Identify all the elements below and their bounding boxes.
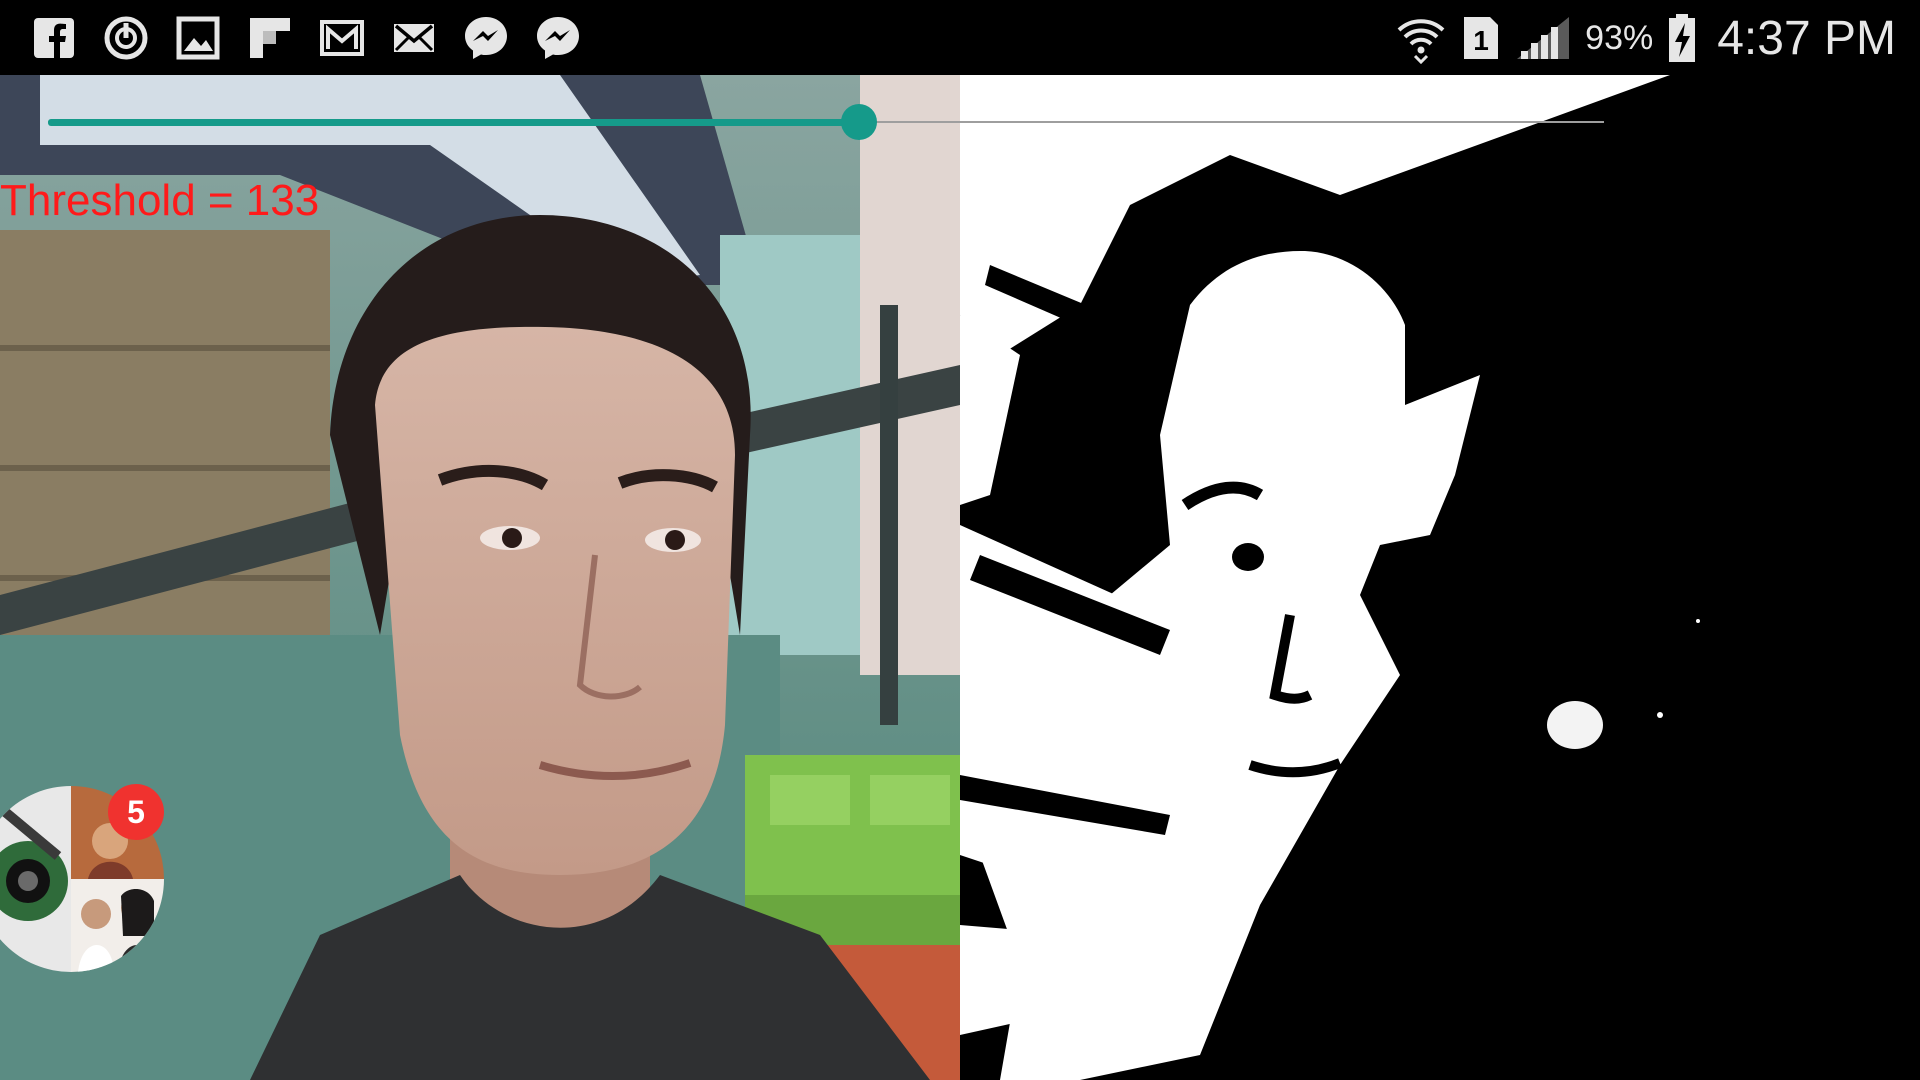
sim-slot-number: 1 [1473,25,1489,56]
facebook-icon [30,14,78,62]
signal-strength-icon [1515,15,1571,61]
status-bar: 1 93% 4:37 PM [0,0,1920,75]
threshold-seekbar[interactable] [48,102,1604,142]
system-status: 1 93% 4:37 PM [1395,10,1896,66]
power-icon [102,14,150,62]
battery-charging-icon [1667,13,1697,63]
messenger-icon [462,14,510,62]
gmail-icon [318,14,366,62]
messenger-icon [534,14,582,62]
seekbar-progress [48,119,859,126]
clock: 4:37 PM [1717,11,1896,65]
wifi-icon [1395,12,1447,64]
threshold-preview-image [960,75,1920,1080]
sim-card-icon: 1 [1461,14,1501,62]
threshold-preview [960,75,1920,1080]
seekbar-thumb[interactable] [841,104,877,140]
threshold-value-label: Threshold = 133 [0,176,320,225]
gallery-icon [174,14,222,62]
flipboard-icon [246,14,294,62]
email-icon [390,14,438,62]
notification-icons [30,14,582,62]
app-screen: 1 93% 4:37 PM Threshold = 133 5 [0,0,1920,1080]
unread-count-badge: 5 [108,784,164,840]
battery-percentage: 93% [1585,18,1654,57]
